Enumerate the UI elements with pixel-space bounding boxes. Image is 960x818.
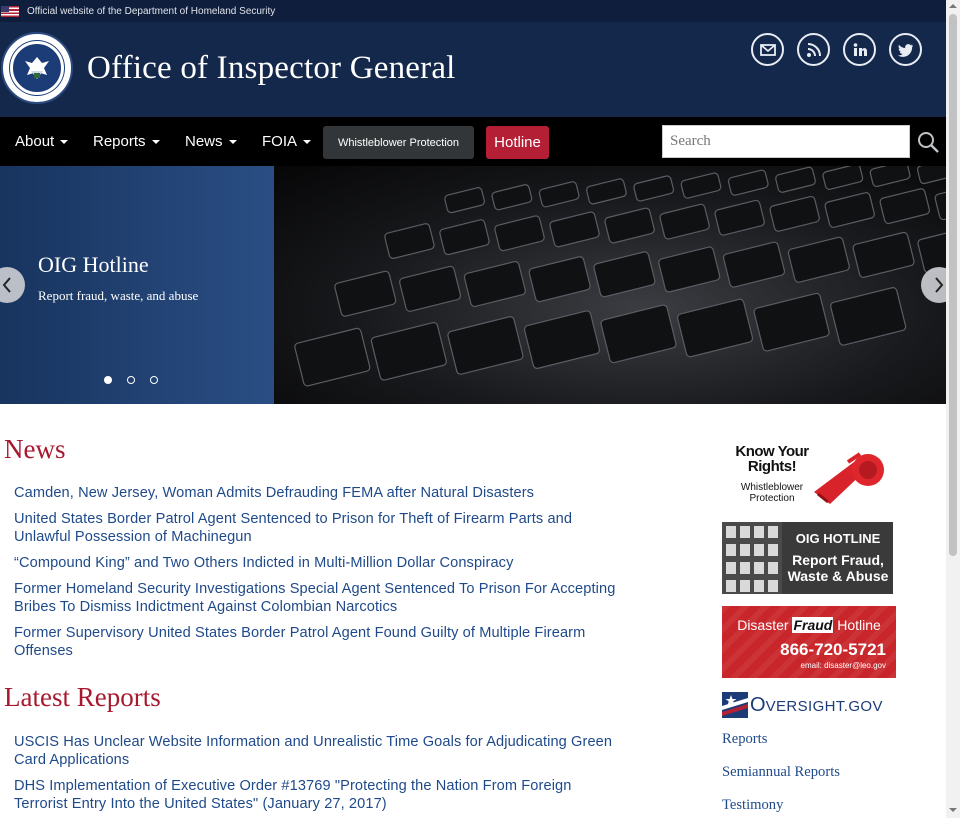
page-scrollbar[interactable] [946, 0, 960, 818]
report-link[interactable]: DHS Implementation of Executive Order #1… [14, 777, 624, 813]
carousel-indicator[interactable] [127, 376, 135, 384]
keyboard-key [294, 327, 371, 387]
nav-reports[interactable]: Reports [93, 117, 160, 166]
scroll-up-icon[interactable] [949, 4, 957, 8]
keyboard-key [439, 219, 490, 256]
keyboard-key [593, 251, 656, 298]
oig-hotline-banner[interactable]: OIG HOTLINE Report Fraud, Waste & Abuse [722, 522, 893, 594]
news-link[interactable]: Former Homeland Security Investigations … [14, 580, 624, 616]
rss-icon[interactable] [797, 33, 830, 66]
oversight-flag-icon [722, 692, 748, 718]
news-link[interactable]: “Compound King” and Two Others Indicted … [14, 554, 624, 572]
scroll-thumb[interactable] [949, 14, 957, 556]
keyboard-key [916, 166, 946, 185]
keyboard-key [600, 304, 677, 364]
keyboard-image [274, 166, 946, 404]
keyboard-key [463, 260, 526, 308]
keyboard-key [722, 241, 786, 288]
keyboard-key [586, 178, 627, 205]
search-icon[interactable] [914, 129, 942, 155]
disaster-fraud-hotline-banner[interactable]: Disaster Fraud Hotline 866-720-5721 emai… [722, 606, 896, 678]
keyboard-key [824, 192, 875, 228]
linkedin-icon[interactable] [843, 33, 876, 66]
hotline-button[interactable]: Hotline [486, 126, 549, 159]
report-link[interactable]: USCIS Has Unclear Website Information an… [14, 733, 624, 769]
news-list: Camden, New Jersey, Woman Admits Defraud… [14, 484, 624, 668]
news-link[interactable]: Camden, New Jersey, Woman Admits Defraud… [14, 484, 624, 502]
keyboard-key [384, 223, 435, 259]
social-links [751, 33, 922, 66]
keyboard-key [753, 292, 830, 352]
keyboard-key [370, 321, 447, 381]
search-input[interactable] [662, 125, 910, 158]
sidebar-link-testimony[interactable]: Testimony [722, 797, 783, 814]
site-header: Office of Inspector General [0, 22, 946, 117]
carousel-indicator[interactable] [104, 376, 112, 384]
email-icon[interactable] [751, 33, 784, 66]
main-navbar: About Reports News FOIA Whistleblower Pr… [0, 117, 946, 166]
keyboard-key [334, 270, 397, 317]
keyboard-key [680, 172, 722, 199]
caret-down-icon [60, 139, 69, 144]
latest-reports-heading: Latest Reports [4, 682, 161, 712]
carousel-indicator[interactable] [150, 376, 158, 384]
carousel-indicators [104, 376, 158, 384]
official-banner: Official website of the Department of Ho… [0, 0, 946, 22]
keyboard-key [869, 166, 911, 188]
carousel-caption: OIG Hotline Report fraud, waste, and abu… [0, 166, 274, 404]
keyboard-key [676, 298, 754, 358]
sidebar-link-semiannual-reports[interactable]: Semiannual Reports [722, 764, 840, 781]
news-link[interactable]: Former Supervisory United States Border … [14, 624, 624, 660]
carousel-subtitle: Report fraud, waste, and abuse [38, 288, 199, 303]
keyboard-key [727, 169, 769, 196]
whistle-icon [814, 452, 884, 504]
oversight-gov-banner[interactable]: O VERSIGHT.GOV [722, 690, 894, 720]
keyboard-key [447, 316, 524, 375]
caret-down-icon [228, 139, 237, 144]
keyboard-key [549, 211, 600, 248]
official-banner-text: Official website of the Department of Ho… [27, 5, 276, 17]
caret-down-icon [151, 139, 160, 144]
keyboard-key [879, 188, 930, 225]
site-title[interactable]: Office of Inspector General [87, 50, 456, 87]
carousel-title: OIG Hotline [38, 252, 149, 277]
keyboard-key [830, 287, 907, 346]
twitter-icon[interactable] [889, 33, 922, 66]
sidebar-link-reports[interactable]: Reports [722, 731, 767, 748]
keyboard-key [523, 310, 601, 369]
keyboard-key [528, 256, 591, 303]
whistleblower-protection-button[interactable]: Whistleblower Protection [323, 126, 474, 159]
keyboard-key [659, 203, 710, 240]
know-your-rights-banner[interactable]: Know Your Rights! Whistleblower Protecti… [722, 438, 892, 510]
scroll-down-icon[interactable] [949, 808, 957, 812]
keyboard-key [538, 181, 580, 208]
keyboard-key [934, 184, 946, 221]
keyboard-key [604, 207, 655, 244]
keyboard-key [491, 184, 533, 211]
keyboard-key [714, 199, 765, 236]
dhs-seal-logo[interactable] [1, 32, 73, 104]
keyboard-key [787, 236, 850, 283]
keyboard-key [494, 215, 545, 252]
keyboard-key [852, 231, 915, 278]
keyboard-key [822, 166, 864, 190]
nav-foia[interactable]: FOIA [262, 117, 312, 166]
nav-news[interactable]: News [185, 117, 237, 166]
reports-list: USCIS Has Unclear Website Information an… [14, 733, 624, 818]
keyboard-key [769, 195, 820, 232]
keyboard-key [633, 175, 675, 202]
nav-about[interactable]: About [15, 117, 69, 166]
keyboard-key [658, 246, 721, 293]
hero-carousel: OIG Hotline Report fraud, waste, and abu… [0, 166, 946, 404]
keyboard-key [775, 166, 816, 193]
news-link[interactable]: United States Border Patrol Agent Senten… [14, 510, 624, 546]
news-heading: News [4, 434, 66, 464]
us-flag-icon [1, 5, 19, 17]
keyboard-key [444, 187, 485, 214]
caret-down-icon [303, 139, 312, 144]
keyboard-key [399, 265, 462, 312]
